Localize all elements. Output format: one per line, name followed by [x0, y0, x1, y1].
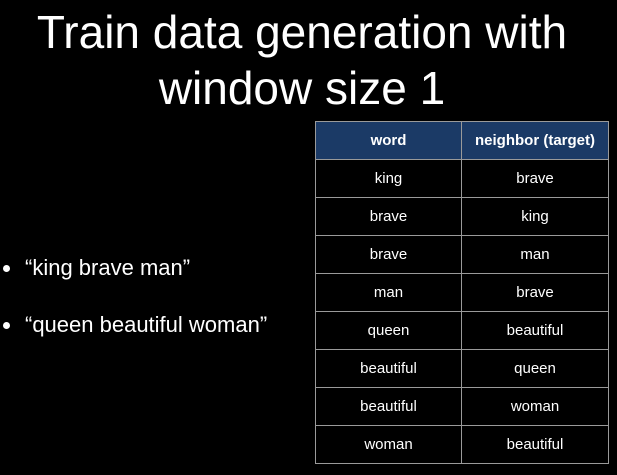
word-cell: queen	[315, 311, 462, 350]
table-row: man brave	[315, 273, 609, 312]
training-pairs-table: word neighbor (target) king brave brave …	[315, 121, 609, 464]
table-row: brave king	[315, 197, 609, 236]
table-row: beautiful woman	[315, 387, 609, 426]
table-row: woman beautiful	[315, 425, 609, 464]
bullet-text: “king brave man”	[25, 255, 191, 280]
table-row: queen beautiful	[315, 311, 609, 350]
neighbor-cell: king	[461, 197, 609, 236]
bullet-item: “queen beautiful woman”	[0, 310, 310, 340]
word-cell: beautiful	[315, 349, 462, 388]
bullet-item: “king brave man”	[0, 253, 310, 283]
table-row: king brave	[315, 159, 609, 198]
neighbor-cell: woman	[461, 387, 609, 426]
column-header-neighbor: neighbor (target)	[461, 121, 609, 160]
word-cell: man	[315, 273, 462, 312]
word-cell: brave	[315, 197, 462, 236]
word-cell: brave	[315, 235, 462, 274]
bullet-dot-icon	[3, 322, 10, 329]
bullet-list: “king brave man” “queen beautiful woman”	[0, 253, 310, 367]
word-cell: king	[315, 159, 462, 198]
slide-title: Train data generation with window size 1	[0, 4, 604, 116]
bullet-text: “queen beautiful woman”	[25, 312, 268, 337]
neighbor-cell: brave	[461, 273, 609, 312]
title-line-2: window size 1	[158, 62, 446, 114]
neighbor-cell: queen	[461, 349, 609, 388]
word-cell: beautiful	[315, 387, 462, 426]
neighbor-cell: beautiful	[461, 425, 609, 464]
table-header-row: word neighbor (target)	[315, 121, 609, 160]
word-cell: woman	[315, 425, 462, 464]
bullet-dot-icon	[3, 265, 10, 272]
neighbor-cell: man	[461, 235, 609, 274]
column-header-word: word	[315, 121, 462, 160]
neighbor-cell: brave	[461, 159, 609, 198]
neighbor-cell: beautiful	[461, 311, 609, 350]
table-row: beautiful queen	[315, 349, 609, 388]
title-line-1: Train data generation with	[36, 6, 568, 58]
table-row: brave man	[315, 235, 609, 274]
